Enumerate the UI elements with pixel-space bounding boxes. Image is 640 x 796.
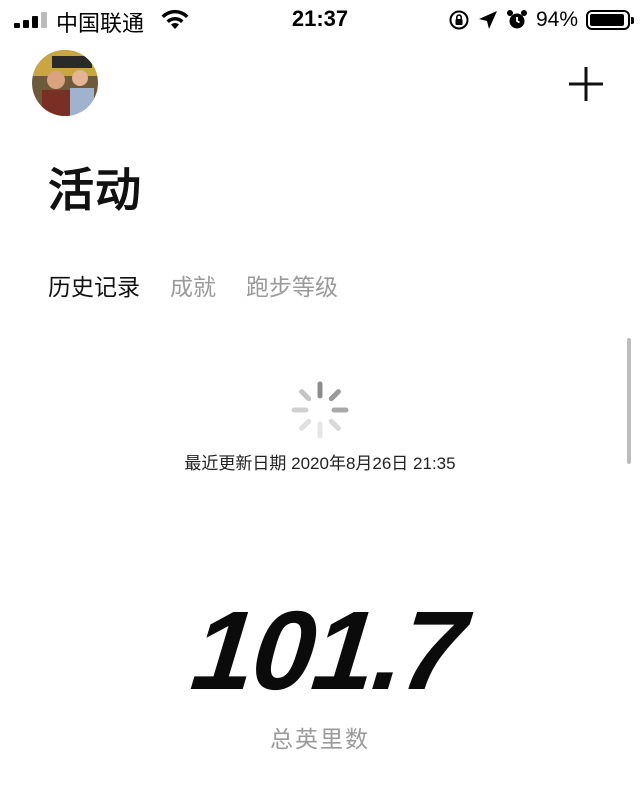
battery-fill xyxy=(590,14,624,26)
status-bar: 中国联通 21:37 94% xyxy=(0,0,640,40)
status-right-group: 94% xyxy=(448,6,634,34)
page-title: 活动 xyxy=(48,164,142,216)
orientation-lock-icon xyxy=(449,10,469,30)
plus-icon[interactable] xyxy=(568,66,604,102)
avatar-photo xyxy=(32,50,98,116)
loading-spinner-icon xyxy=(291,381,349,439)
last-updated-text: 最近更新日期 2020年8月26日 21:35 xyxy=(184,454,456,473)
tab-running-level[interactable]: 跑步等级 xyxy=(246,268,338,302)
total-miles-label: 总英里数 xyxy=(270,726,370,752)
tab-achievements[interactable]: 成就 xyxy=(170,268,216,302)
avatar[interactable] xyxy=(32,50,98,116)
battery-percent: 94% xyxy=(535,8,578,31)
total-miles-value: 101.7 xyxy=(186,588,470,713)
scrollbar[interactable] xyxy=(627,338,631,464)
alarm-icon xyxy=(506,10,527,29)
battery-icon xyxy=(586,10,634,30)
tab-history[interactable]: 历史记录 xyxy=(48,268,140,302)
location-arrow-icon xyxy=(478,11,497,29)
tab-bar: 历史记录 成就 跑步等级 xyxy=(48,268,338,302)
